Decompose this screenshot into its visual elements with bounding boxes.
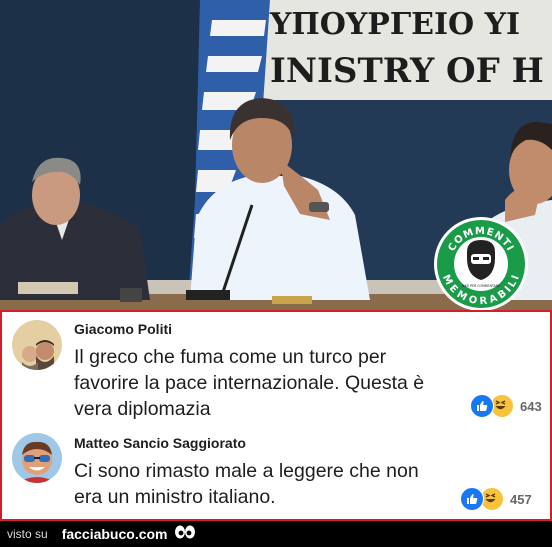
comment-text: Ci sono rimasto male a leggere che non e… bbox=[74, 458, 494, 510]
comment-line: Ci sono rimasto male a leggere che non bbox=[74, 460, 419, 482]
avatar[interactable] bbox=[12, 433, 62, 483]
eyes-logo-icon bbox=[174, 524, 196, 545]
sign-line-1: ΥΠΟΥΡΓΕΙΟ ΥΙ bbox=[269, 7, 520, 42]
comment-author[interactable]: Giacomo Politi bbox=[74, 321, 172, 337]
reaction-count: 457 bbox=[510, 491, 532, 507]
reaction-count: 643 bbox=[520, 398, 542, 414]
reactions-summary[interactable]: 457 bbox=[460, 487, 532, 511]
comment-line: era un ministro italiano. bbox=[74, 486, 276, 508]
comment-text: Il greco che fuma come un turco per favo… bbox=[74, 344, 494, 422]
avatar[interactable] bbox=[12, 320, 62, 370]
visto-su-label: visto su bbox=[7, 527, 48, 541]
like-reaction-icon bbox=[460, 487, 484, 511]
badge-small-text: NATI PER COMMENTARE bbox=[462, 284, 500, 288]
comment-line: vera diplomazia bbox=[74, 398, 211, 420]
comments-panel: Giacomo Politi Il greco che fuma come un… bbox=[0, 310, 552, 521]
comment-author[interactable]: Matteo Sancio Saggiorato bbox=[74, 435, 246, 451]
sign-line-2: INISTRY OF H bbox=[270, 51, 544, 91]
like-reaction-icon bbox=[470, 394, 494, 418]
reactions-summary[interactable]: 643 bbox=[470, 394, 542, 418]
footer-bar: visto su facciabuco.com bbox=[0, 521, 552, 547]
commenti-memorabili-badge: COMMENTI MEMORABILI NATI PER COMMENTARE bbox=[434, 217, 528, 311]
site-link[interactable]: facciabuco.com bbox=[62, 526, 168, 542]
comment-line: Il greco che fuma come un turco per bbox=[74, 346, 387, 368]
comment-line: favorire la pace internazionale. Questa … bbox=[74, 372, 425, 394]
